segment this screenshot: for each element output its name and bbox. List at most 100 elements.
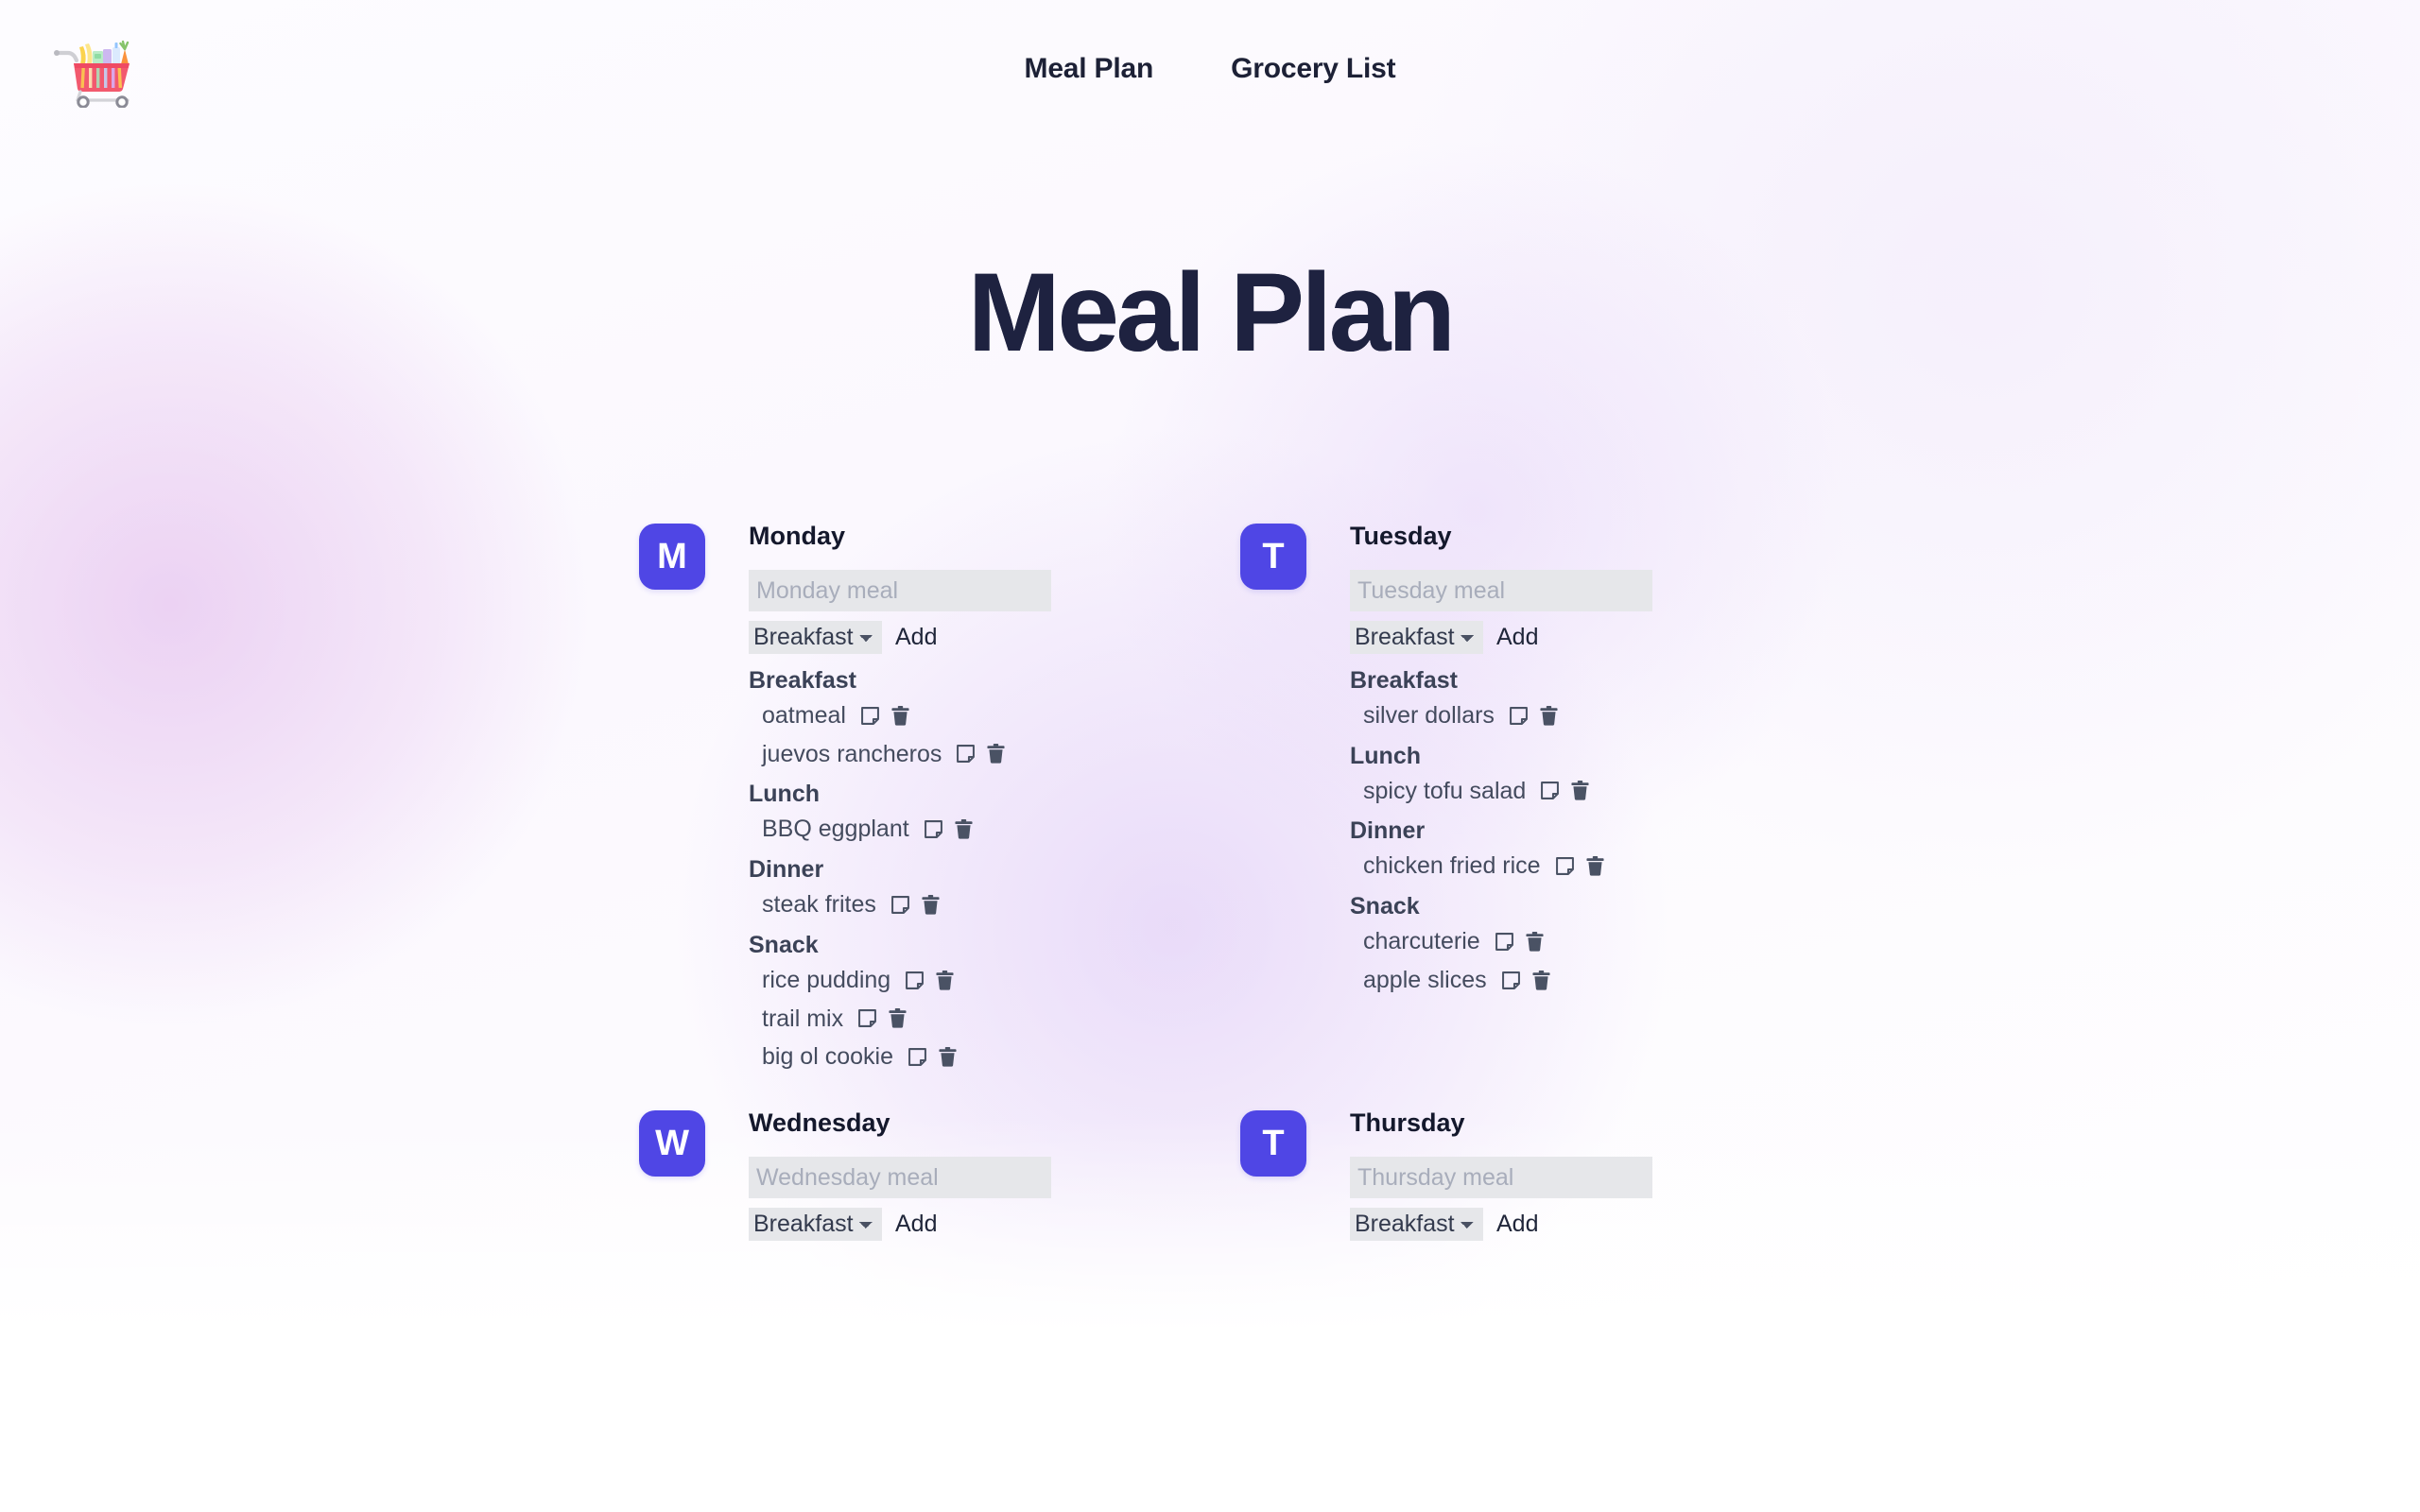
meal-item-row: chicken fried rice	[1363, 852, 1754, 880]
note-icon	[1509, 706, 1528, 725]
meal-item-label: oatmeal	[762, 701, 846, 729]
delete-item-button[interactable]	[1570, 780, 1590, 801]
note-button[interactable]	[923, 818, 944, 840]
main-navigation: Meal Plan Grocery List	[0, 55, 2420, 83]
note-button[interactable]	[1554, 855, 1576, 877]
add-meal-button[interactable]: Add	[1496, 625, 1538, 649]
day-title: Monday	[749, 522, 846, 550]
note-button[interactable]	[856, 1007, 878, 1029]
day-card-monday: MMondayBreakfastLunchDinnerSnackAddBreak…	[639, 518, 1240, 1105]
note-icon	[1501, 971, 1520, 989]
add-meal-row: BreakfastLunchDinnerSnack Add	[749, 1208, 1240, 1241]
delete-item-button[interactable]	[935, 970, 955, 991]
note-button[interactable]	[955, 743, 977, 765]
meal-section-title: Dinner	[1350, 817, 1426, 845]
day-title: Wednesday	[749, 1108, 890, 1137]
meal-section-title: Snack	[749, 931, 819, 958]
day-avatar: W	[639, 1110, 705, 1177]
delete-item-button[interactable]	[1539, 705, 1559, 727]
meal-item-label: chicken fried rice	[1363, 852, 1541, 880]
note-icon	[1555, 857, 1574, 876]
note-icon	[890, 895, 909, 914]
day-grid: MMondayBreakfastLunchDinnerSnackAddBreak…	[639, 518, 1754, 1279]
meal-item-label: steak frites	[762, 891, 876, 918]
note-icon	[858, 1009, 877, 1028]
meal-type-select[interactable]: BreakfastLunchDinnerSnack	[1350, 621, 1483, 654]
delete-item-button[interactable]	[1585, 855, 1605, 877]
meal-item-label: rice pudding	[762, 966, 891, 993]
note-button[interactable]	[1494, 931, 1515, 953]
note-icon	[861, 706, 879, 725]
note-icon	[924, 820, 942, 839]
meal-item-row: oatmeal	[762, 702, 1240, 730]
meal-item-label: spicy tofu salad	[1363, 777, 1527, 804]
day-title: Thursday	[1350, 1108, 1465, 1137]
meal-item-row: juevos rancheros	[762, 741, 1240, 768]
trash-icon	[987, 744, 1005, 764]
meal-item-row: apple slices	[1363, 967, 1754, 994]
meal-name-input[interactable]	[749, 1157, 1051, 1198]
note-icon	[908, 1048, 926, 1067]
nav-item-meal-plan[interactable]: Meal Plan	[1025, 55, 1154, 83]
delete-item-button[interactable]	[890, 705, 910, 727]
delete-item-button[interactable]	[986, 743, 1006, 765]
add-meal-button[interactable]: Add	[895, 625, 937, 649]
top-header: Meal Plan Grocery List	[0, 0, 2420, 144]
meal-item-row: trail mix	[762, 1005, 1240, 1033]
note-button[interactable]	[859, 705, 881, 727]
meal-type-select[interactable]: BreakfastLunchDinnerSnack	[749, 621, 882, 654]
trash-icon	[939, 1047, 957, 1067]
day-avatar: T	[1240, 524, 1306, 590]
note-icon	[1541, 782, 1560, 800]
delete-item-button[interactable]	[938, 1046, 958, 1068]
day-body: TuesdayBreakfastLunchDinnerSnackAddBreak…	[1350, 518, 1754, 1005]
meal-item-row: charcuterie	[1363, 928, 1754, 955]
meal-item-row: BBQ eggplant	[762, 816, 1240, 843]
meal-item-row: steak frites	[762, 891, 1240, 919]
day-card-tuesday: TTuesdayBreakfastLunchDinnerSnackAddBrea…	[1240, 518, 1754, 1105]
delete-item-button[interactable]	[954, 818, 974, 840]
note-button[interactable]	[890, 894, 911, 916]
meal-item-label: silver dollars	[1363, 701, 1495, 729]
note-button[interactable]	[904, 970, 925, 991]
day-card-wednesday: W Wednesday BreakfastLunchDinnerSnack Add	[639, 1105, 1240, 1279]
meal-section-title: Breakfast	[749, 666, 856, 694]
add-meal-button[interactable]: Add	[1496, 1211, 1538, 1236]
nav-item-grocery-list[interactable]: Grocery List	[1231, 55, 1396, 83]
note-button[interactable]	[1539, 780, 1561, 801]
meal-type-select[interactable]: BreakfastLunchDinnerSnack	[1350, 1208, 1483, 1241]
meal-name-input[interactable]	[1350, 1157, 1652, 1198]
note-button[interactable]	[1508, 705, 1530, 727]
note-button[interactable]	[1500, 970, 1522, 991]
trash-icon	[1571, 781, 1589, 800]
meal-item-row: spicy tofu salad	[1363, 778, 1754, 805]
meal-item-label: juevos rancheros	[762, 740, 942, 767]
meal-type-select[interactable]: BreakfastLunchDinnerSnack	[749, 1208, 882, 1241]
day-body: Thursday BreakfastLunchDinnerSnack Add	[1350, 1105, 1754, 1256]
note-icon	[957, 745, 976, 764]
meal-section-title: Dinner	[749, 856, 824, 883]
meal-name-input[interactable]	[749, 570, 1051, 611]
meal-section-title: Lunch	[749, 781, 820, 808]
add-meal-button[interactable]: Add	[895, 1211, 937, 1236]
trash-icon	[936, 970, 954, 990]
delete-item-button[interactable]	[1531, 970, 1551, 991]
meal-name-input[interactable]	[1350, 570, 1652, 611]
day-body: MondayBreakfastLunchDinnerSnackAddBreakf…	[749, 518, 1240, 1082]
meal-item-row: rice pudding	[762, 967, 1240, 994]
meal-item-row: big ol cookie	[762, 1043, 1240, 1071]
meal-item-label: BBQ eggplant	[762, 816, 909, 843]
delete-item-button[interactable]	[921, 894, 941, 916]
delete-item-button[interactable]	[1525, 931, 1545, 953]
trash-icon	[891, 705, 909, 726]
meal-item-label: trail mix	[762, 1005, 844, 1032]
add-meal-row: BreakfastLunchDinnerSnack Add	[1350, 1208, 1754, 1241]
trash-icon	[1526, 931, 1544, 952]
note-button[interactable]	[907, 1046, 928, 1068]
page-root: Meal Plan Grocery List Meal Plan M Monday…	[0, 0, 2420, 1512]
day-body: Wednesday BreakfastLunchDinnerSnack Add	[749, 1105, 1240, 1256]
note-icon	[1495, 932, 1513, 951]
delete-item-button[interactable]	[888, 1007, 908, 1029]
meal-item-label: big ol cookie	[762, 1043, 893, 1071]
meal-item-row: silver dollars	[1363, 702, 1754, 730]
